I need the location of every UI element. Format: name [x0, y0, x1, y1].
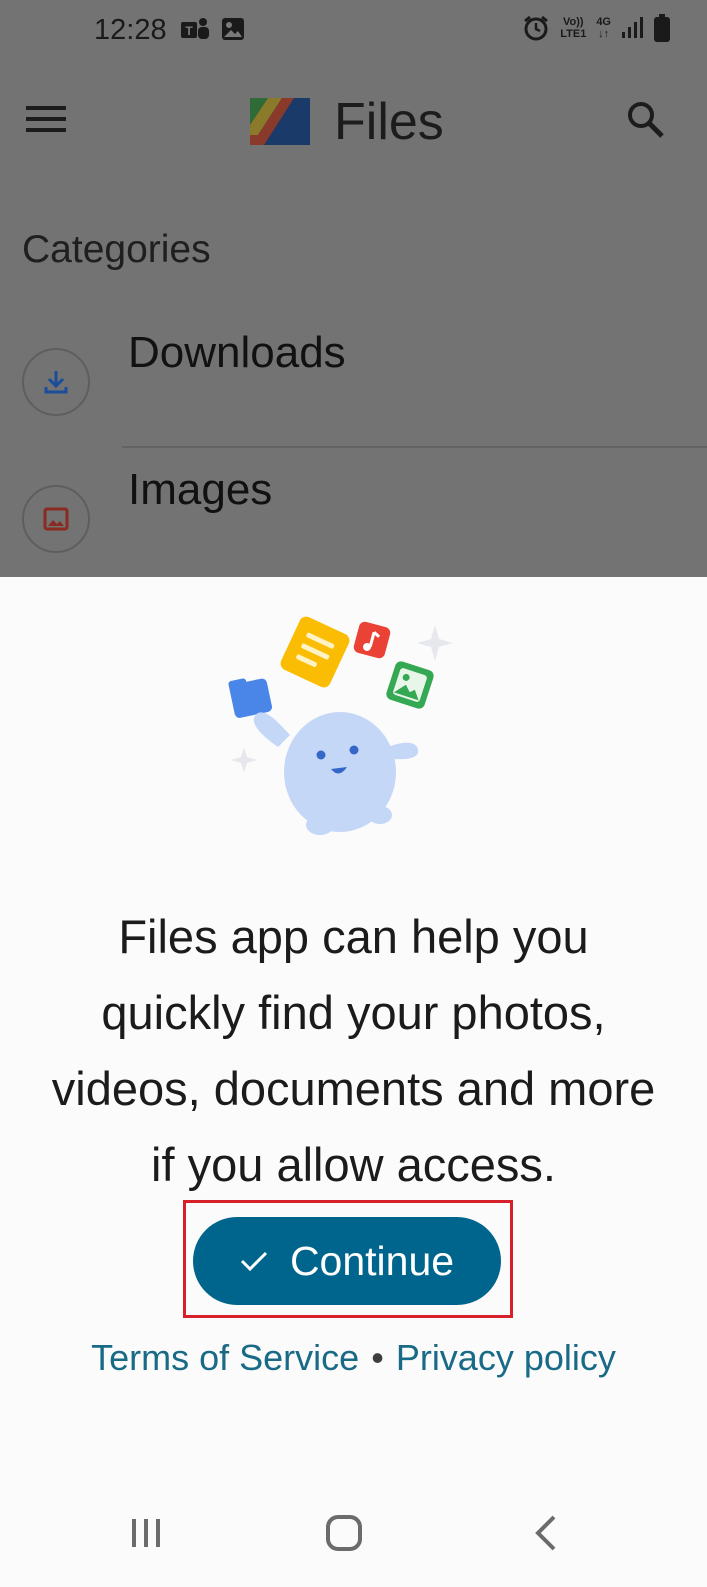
status-bar: 12:28 T Vo)) LTE1 4G ↓↑ — [0, 0, 707, 62]
status-right-icons: Vo)) LTE1 4G ↓↑ — [522, 13, 671, 43]
signal-icon — [622, 17, 643, 38]
permission-sheet: Files app can help you quickly find your… — [0, 577, 707, 1587]
volte-line1: Vo)) — [562, 16, 584, 28]
net-line2: ↓↑ — [598, 28, 610, 40]
volte-icon: Vo)) LTE1 — [560, 16, 586, 40]
divider — [122, 446, 707, 448]
search-icon[interactable] — [626, 100, 666, 140]
category-icon-circle — [22, 348, 90, 416]
terms-of-service-link[interactable]: Terms of Service — [91, 1337, 359, 1378]
recents-button[interactable] — [116, 1505, 176, 1561]
category-images[interactable]: Images — [0, 455, 707, 575]
files-mascot-illustration — [228, 616, 453, 835]
alarm-icon — [524, 15, 549, 41]
home-icon — [326, 1515, 362, 1551]
category-icon-circle — [22, 485, 90, 553]
check-icon — [240, 1251, 267, 1272]
recents-icon — [132, 1519, 160, 1547]
home-button[interactable] — [314, 1505, 374, 1561]
link-separator: • — [371, 1337, 384, 1378]
image-icon — [222, 18, 244, 40]
category-downloads[interactable]: Downloads — [0, 320, 707, 440]
back-button[interactable] — [516, 1505, 576, 1561]
app-bar: Files — [0, 62, 707, 182]
hamburger-menu-icon[interactable] — [26, 104, 66, 134]
4g-icon: 4G ↓↑ — [596, 16, 611, 40]
continue-button[interactable]: Continue — [193, 1217, 501, 1305]
battery-icon — [654, 14, 670, 42]
category-label-downloads: Downloads — [128, 328, 346, 377]
legal-links: Terms of Service • Privacy policy — [0, 1337, 707, 1379]
status-left-icons: T — [180, 16, 246, 44]
teams-icon: T — [181, 18, 209, 39]
continue-label: Continue — [289, 1237, 455, 1284]
app-title: Files — [334, 93, 444, 151]
status-time: 12:28 — [94, 14, 167, 46]
back-icon — [535, 1515, 556, 1551]
category-label-images: Images — [128, 465, 273, 514]
volte-line2: LTE1 — [560, 28, 587, 40]
privacy-policy-link[interactable]: Privacy policy — [396, 1337, 616, 1378]
net-line1: 4G — [596, 16, 611, 28]
categories-heading: Categories — [22, 228, 211, 271]
svg-text:T: T — [185, 24, 193, 38]
image-icon — [43, 507, 69, 531]
access-message: Files app can help you quickly find your… — [51, 910, 656, 1191]
navigation-bar — [0, 1477, 707, 1587]
download-icon — [44, 371, 68, 394]
files-logo-icon — [250, 98, 310, 145]
background-app: 12:28 T Vo)) LTE1 4G ↓↑ Files Categories… — [0, 0, 707, 577]
